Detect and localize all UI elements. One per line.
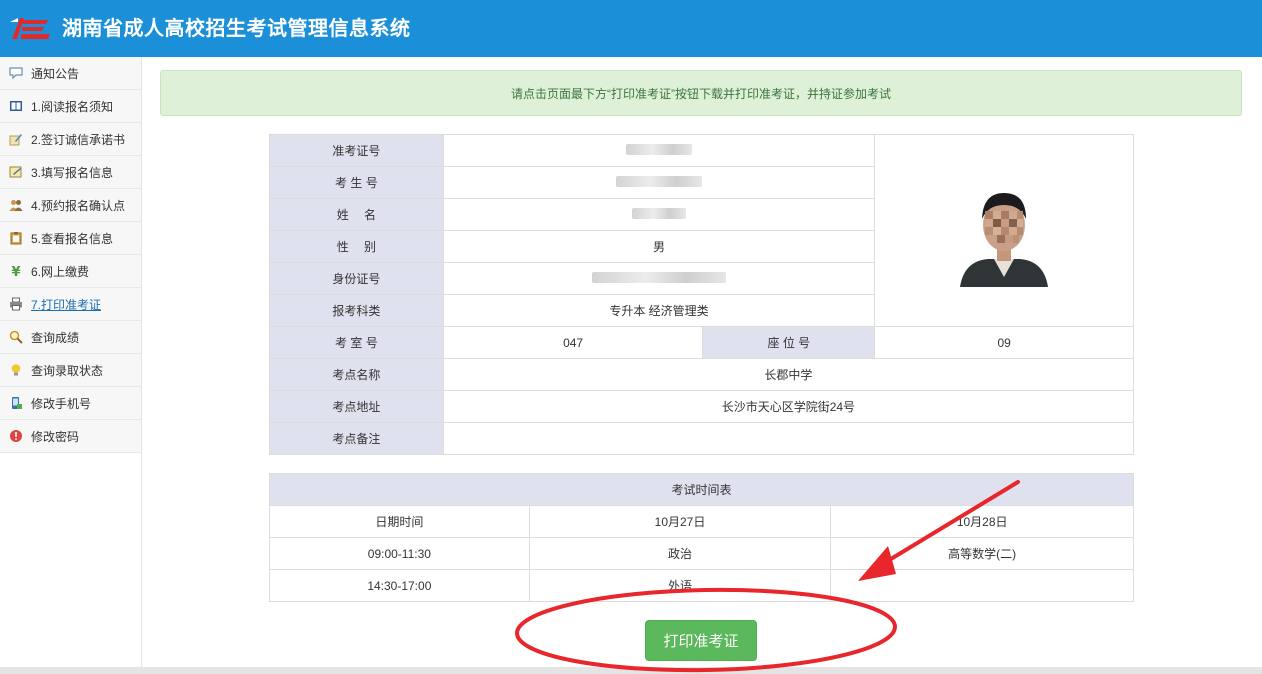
seat-value: 09 [874,326,1134,359]
name-value [442,198,876,231]
horizontal-scrollbar[interactable] [0,667,1262,674]
seat-label: 座 位 号 [702,326,876,359]
sidebar-item-notices[interactable]: 通知公告 [0,57,141,90]
main-content: 请点击页面最下方“打印准考证”按钮下载并打印准考证，并持证参加考试 准考证号 考… [142,57,1262,667]
schedule-header-cell: 10月27日 [528,505,832,538]
sidebar-item-label: 7.打印准考证 [31,297,102,312]
sidebar-item-change-password[interactable]: 修改密码 [0,420,141,453]
form-edit-icon [8,164,24,180]
room-label: 考 室 号 [269,326,444,359]
site-name-label: 考点名称 [269,358,444,391]
sidebar-item-payment[interactable]: ¥ 6.网上缴费 [0,255,141,288]
pen-sign-icon [8,131,24,147]
redacted-value [592,271,726,283]
schedule-cell: 外语 [528,569,832,602]
notice-banner: 请点击页面最下方“打印准考证”按钮下载并打印准考证，并持证参加考试 [160,70,1242,116]
people-icon [8,197,24,213]
sidebar-item-admission-status[interactable]: 查询录取状态 [0,354,141,387]
schedule-cell: 09:00-11:30 [269,537,530,570]
sidebar-item-label: 6.网上缴费 [31,264,90,279]
room-value: 047 [442,326,704,359]
sidebar-item-label: 4.预约报名确认点 [31,198,126,213]
site-note-label: 考点备注 [269,422,444,455]
table-row: 日期时间 10月27日 10月28日 [269,505,1134,538]
exam-id-label: 准考证号 [269,134,444,167]
site-address-label: 考点地址 [269,390,444,423]
schedule-cell [830,569,1134,602]
photo-cell [874,134,1134,327]
sidebar-item-query-scores[interactable]: 查询成绩 [0,321,141,354]
redacted-value [626,143,692,155]
redacted-value [632,207,686,219]
alert-icon [8,428,24,444]
lightbulb-icon [8,362,24,378]
clipboard-icon [8,230,24,246]
category-value: 专升本 经济管理类 [442,294,876,327]
site-note-value [442,422,1135,455]
sidebar-item-print-admission[interactable]: 7.打印准考证 [0,288,141,321]
table-row: 14:30-17:00 外语 [269,569,1134,602]
name-label: 姓 名 [269,198,444,231]
book-icon [8,98,24,114]
search-icon [8,329,24,345]
schedule-cell: 高等数学(二) [830,537,1134,570]
sidebar-nav: 通知公告 1.阅读报名须知 2.签订诚信承诺书 3.填写报名信息 4.预约报名确… [0,57,142,674]
sidebar-item-label: 3.填写报名信息 [31,165,114,180]
sidebar-item-read-guide[interactable]: 1.阅读报名须知 [0,90,141,123]
sidebar-item-label: 查询录取状态 [31,363,104,378]
sidebar-item-label: 修改密码 [31,429,80,444]
gender-value: 男 [442,230,876,263]
sidebar-item-label: 1.阅读报名须知 [31,99,114,114]
site-name-value: 长郡中学 [442,358,1135,391]
redacted-value [616,175,702,187]
printer-icon [8,296,24,312]
sidebar-item-commitment[interactable]: 2.签订诚信承诺书 [0,123,141,156]
schedule-cell: 政治 [528,537,832,570]
exam-schedule-table: 考试时间表 日期时间 10月27日 10月28日 09:00-11:30 政治 … [269,473,1134,602]
candidate-photo [958,174,1051,287]
id-card-label: 身份证号 [269,262,444,295]
schedule-cell: 14:30-17:00 [269,569,530,602]
candidate-no-value [442,166,876,199]
yen-icon: ¥ [8,263,24,279]
schedule-header-cell: 日期时间 [269,505,530,538]
logo-icon [10,18,50,39]
print-admission-button[interactable]: 打印准考证 [645,620,757,661]
sidebar-item-change-phone[interactable]: 修改手机号 [0,387,141,420]
sidebar-item-label: 2.签订诚信承诺书 [31,132,126,147]
sidebar-item-label: 通知公告 [31,66,80,81]
table-row: 09:00-11:30 政治 高等数学(二) [269,537,1134,570]
id-card-value [442,262,876,295]
svg-text:¥: ¥ [11,265,20,278]
category-label: 报考科类 [269,294,444,327]
phone-icon [8,395,24,411]
sidebar-item-booking[interactable]: 4.预约报名确认点 [0,189,141,222]
sidebar-item-label: 查询成绩 [31,330,80,345]
gender-label: 性 别 [269,230,444,263]
exam-id-value [442,134,876,167]
app-header: 湖南省成人高校招生考试管理信息系统 [0,0,1262,57]
sidebar-item-label: 5.查看报名信息 [31,231,114,246]
app-title: 湖南省成人高校招生考试管理信息系统 [62,16,411,40]
site-address-value: 长沙市天心区学院街24号 [442,390,1135,423]
candidate-no-label: 考 生 号 [269,166,444,199]
sidebar-item-fill-info[interactable]: 3.填写报名信息 [0,156,141,189]
sidebar-item-label: 修改手机号 [31,396,92,411]
admission-ticket-table: 准考证号 考 生 号 姓 名 性 别 男 身份证号 报考科类 专升本 经济管理类… [269,134,1135,455]
sidebar-item-view-info[interactable]: 5.查看报名信息 [0,222,141,255]
schedule-title: 考试时间表 [269,473,1134,506]
chat-bubble-icon [8,65,24,81]
schedule-header-cell: 10月28日 [830,505,1134,538]
